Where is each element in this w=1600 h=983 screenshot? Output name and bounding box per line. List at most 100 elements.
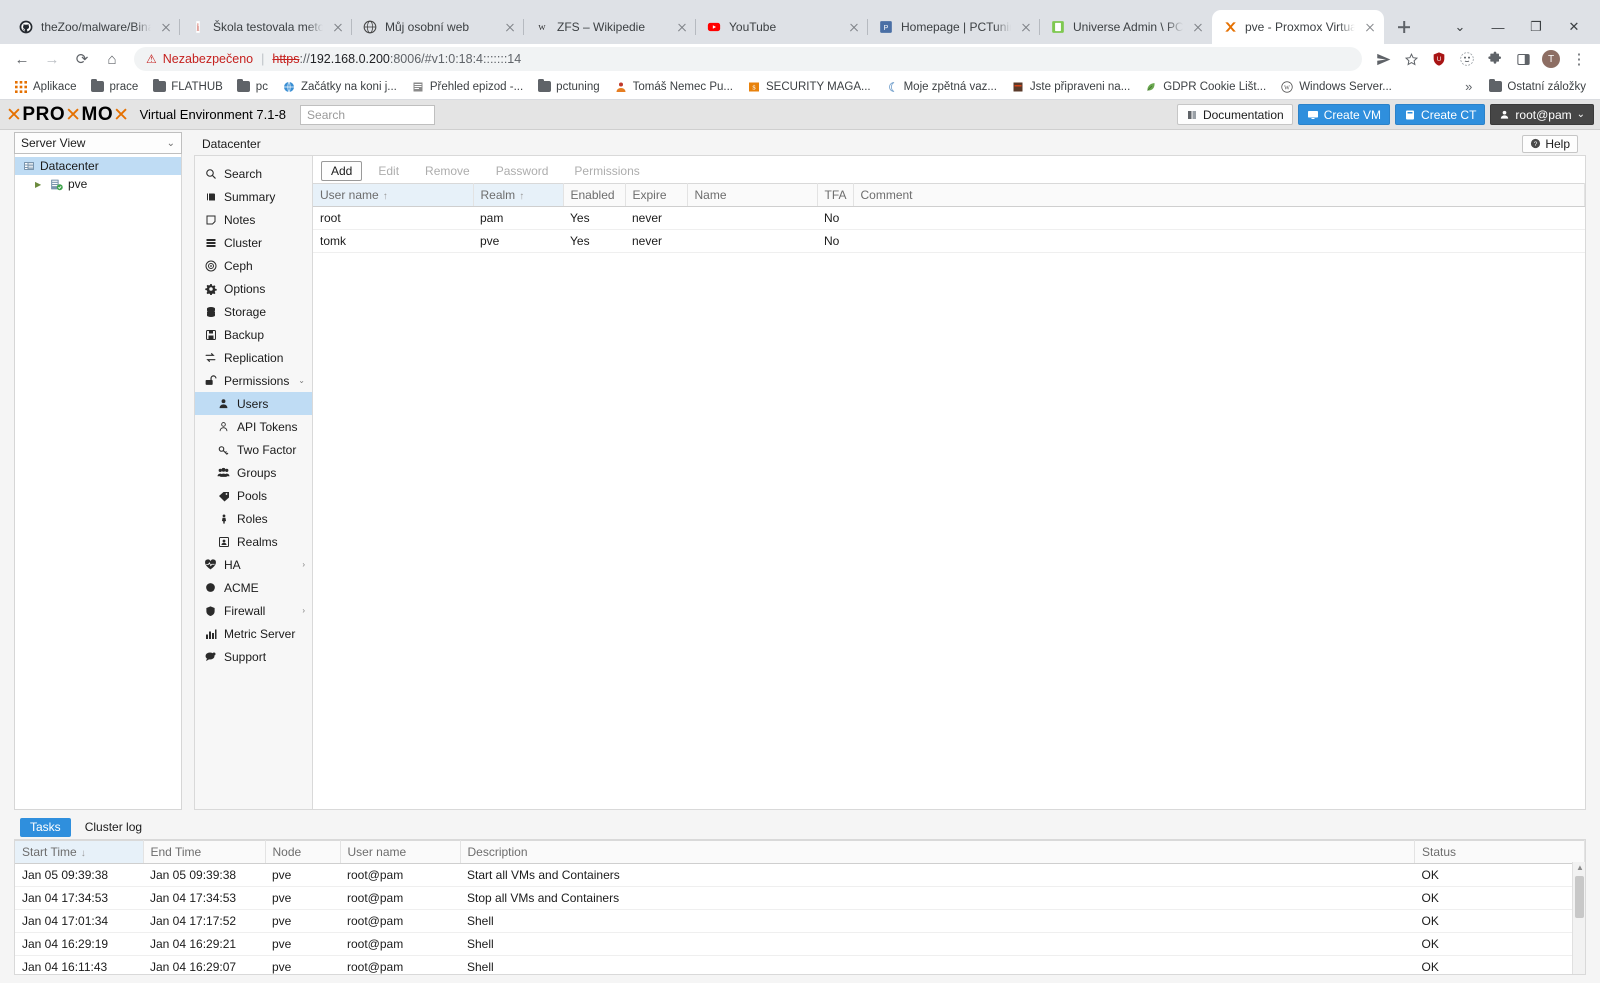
proxmox-logo[interactable]: ✕ PRO ✕ MO ✕ [6,104,130,126]
close-tab-button[interactable] [1362,19,1378,35]
expand-arrow-icon[interactable]: ▶ [35,180,45,189]
browser-tab[interactable]: W ZFS – Wikipedie [524,10,696,44]
profile-avatar[interactable]: T [1538,46,1564,72]
browser-tab[interactable]: Universe Admin \ PCTuning [1040,10,1212,44]
bookmark-item[interactable]: Tomáš Nemec Pu... [608,78,739,96]
tree-node-datacenter[interactable]: Datacenter [15,157,181,175]
other-bookmarks-folder[interactable]: Ostatní záložky [1482,78,1592,96]
bookmark-item[interactable]: GDPR Cookie Lišt... [1138,78,1272,96]
browser-tab[interactable]: Můj osobní web [352,10,524,44]
nav-item-users[interactable]: Users [195,392,312,415]
share-icon[interactable] [1370,46,1396,72]
close-tab-button[interactable] [330,19,346,35]
nav-item-realms[interactable]: Realms [195,530,312,553]
tasks-table-row[interactable]: Jan 05 09:39:38 Jan 05 09:39:38 pve root@pa… [15,863,1585,887]
close-tab-button[interactable] [158,19,174,35]
sidepanel-icon[interactable] [1510,46,1536,72]
bookmark-item[interactable]: prace [84,78,144,96]
column-header-start-time[interactable]: Start Time ↓ [15,840,144,864]
home-button[interactable]: ⌂ [98,45,126,73]
nav-item-groups[interactable]: Groups [195,461,312,484]
add-button[interactable]: Add [321,161,363,181]
column-header-node[interactable]: Node [265,840,341,864]
column-header-user-name[interactable]: User name ↑ [313,183,474,207]
expand-arrow-icon[interactable]: › [302,560,305,569]
nav-item-support[interactable]: Support [195,645,312,668]
scroll-up-icon[interactable]: ▲ [1576,863,1584,872]
tasks-table-row[interactable]: Jan 04 16:29:19 Jan 04 16:29:21 pve root@pa… [15,932,1585,956]
nav-item-permissions[interactable]: Permissions ⌄ [195,369,312,392]
users-table-row[interactable]: tomk pve Yes never No [313,229,1585,253]
column-header-description[interactable]: Description [460,840,1415,864]
create-vm-button[interactable]: Create VM [1297,104,1391,125]
close-tab-button[interactable] [502,19,518,35]
column-header-realm[interactable]: Realm ↑ [473,183,564,207]
tree-node-pve[interactable]: ▶ pve [15,175,181,193]
nav-item-metric-server[interactable]: Metric Server [195,622,312,645]
column-header-status[interactable]: Status [1414,840,1585,864]
column-header-user-name[interactable]: User name [340,840,461,864]
scrollbar-thumb[interactable] [1575,876,1584,918]
server-view-select[interactable]: Server View ⌄ [14,132,182,154]
nav-item-ha[interactable]: HA › [195,553,312,576]
expand-arrow-icon[interactable]: › [302,606,305,615]
tasks-scrollbar[interactable]: ▲ [1572,862,1585,974]
search-input[interactable]: Search [300,104,436,125]
nav-item-pools[interactable]: Pools [195,484,312,507]
expand-arrow-icon[interactable]: ⌄ [298,376,305,385]
nav-item-ceph[interactable]: Ceph [195,254,312,277]
close-tab-button[interactable] [1018,19,1034,35]
browser-tab[interactable]: YouTube [696,10,868,44]
nav-item-roles[interactable]: Roles [195,507,312,530]
browser-tab[interactable]: i Škola testovala metodou [180,10,352,44]
tasks-table-row[interactable]: Jan 04 17:01:34 Jan 04 17:17:52 pve root@pa… [15,909,1585,933]
extensions-puzzle-icon[interactable] [1482,46,1508,72]
close-tab-button[interactable] [1190,19,1206,35]
nav-item-backup[interactable]: Backup [195,323,312,346]
column-header-name[interactable]: Name [687,183,818,207]
close-tab-button[interactable] [846,19,862,35]
browser-tab[interactable]: theZoo/malware/Binaries [8,10,180,44]
help-button[interactable]: ? Help [1522,134,1578,153]
nav-item-options[interactable]: Options [195,277,312,300]
privacy-badger-icon[interactable] [1454,46,1480,72]
nav-item-summary[interactable]: Summary [195,185,312,208]
column-header-comment[interactable]: Comment [853,183,1585,207]
tab-search-button[interactable]: ⌄ [1442,12,1478,42]
bookmark-item[interactable]: W Windows Server... [1274,78,1398,96]
nav-item-two-factor[interactable]: Two Factor [195,438,312,461]
nav-item-storage[interactable]: Storage [195,300,312,323]
nav-item-firewall[interactable]: Firewall › [195,599,312,622]
column-header-tfa[interactable]: TFA [817,183,854,207]
tasks-table-row[interactable]: Jan 04 16:11:43 Jan 04 16:29:07 pve root@pa… [15,955,1585,974]
close-tab-button[interactable] [674,19,690,35]
nav-item-cluster[interactable]: Cluster [195,231,312,254]
forward-button[interactable]: → [38,45,66,73]
column-header-expire[interactable]: Expire [625,183,688,207]
minimize-button[interactable]: — [1480,12,1516,42]
maximize-button[interactable]: ❐ [1518,12,1554,42]
bookmark-item[interactable]: Moje zpětná vaz... [879,78,1003,96]
bottom-tab-tasks[interactable]: Tasks [20,817,71,837]
browser-menu-icon[interactable]: ⋮ [1566,46,1592,72]
create-ct-button[interactable]: Create CT [1395,104,1486,125]
nav-item-acme[interactable]: ACME [195,576,312,599]
bookmark-item[interactable]: FLATHUB [146,78,229,96]
bookmark-item[interactable]: pctuning [531,78,605,96]
nav-item-replication[interactable]: Replication [195,346,312,369]
bookmark-item[interactable]: Aplikace [8,78,82,96]
documentation-button[interactable]: Documentation [1176,104,1293,125]
bookmark-item[interactable]: Přehled epizod -... [405,78,529,96]
browser-tab[interactable]: P Homepage | PCTuning [868,10,1040,44]
users-table-row[interactable]: root pam Yes never No [313,206,1585,230]
nav-item-api-tokens[interactable]: API Tokens [195,415,312,438]
reload-button[interactable]: ⟳ [68,45,96,73]
tasks-table-row[interactable]: Jan 04 17:34:53 Jan 04 17:34:53 pve root@pa… [15,886,1585,910]
bookmark-item[interactable]: Začátky na koni j... [276,78,403,96]
browser-tab[interactable]: pve - Proxmox Virtual Environment [1212,10,1384,44]
column-header-enabled[interactable]: Enabled [563,183,626,207]
column-header-end-time[interactable]: End Time [143,840,266,864]
user-menu-button[interactable]: root@pam ⌄ [1490,104,1594,125]
new-tab-button[interactable] [1390,13,1418,41]
address-bar[interactable]: ⚠ Nezabezpečeno | https://192.168.0.200:… [134,47,1362,71]
